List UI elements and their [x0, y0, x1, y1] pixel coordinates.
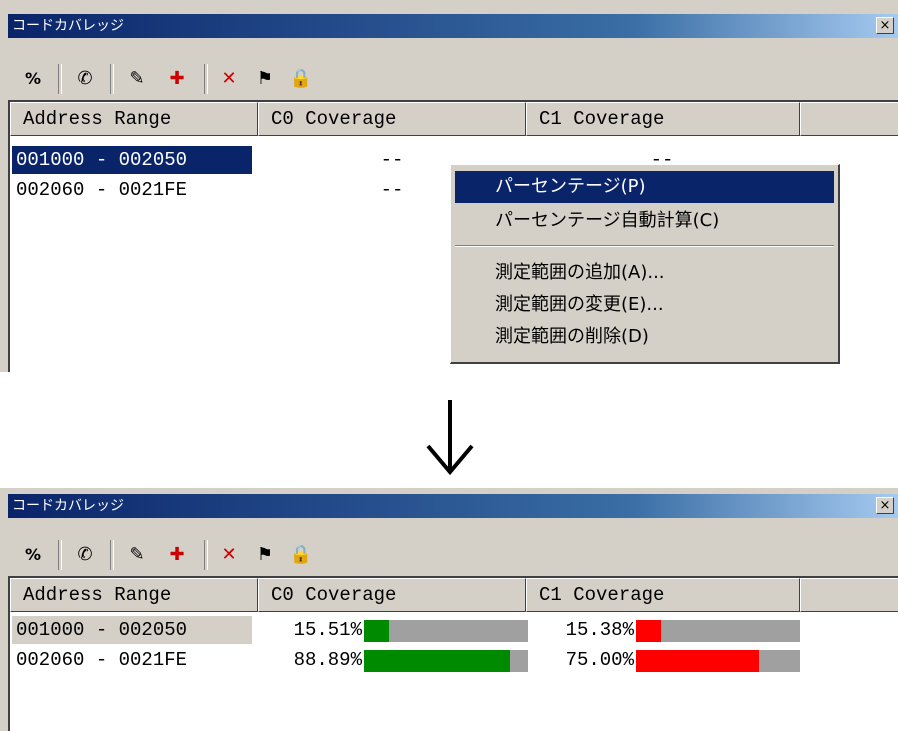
add-range-icon[interactable]: ✚ — [158, 64, 196, 94]
title-bar: コードカバレッジ × — [8, 14, 898, 38]
context-menu: パーセンテージ(P) パーセンテージ自動計算(C) 測定範囲の追加(A)... … — [450, 164, 840, 364]
toolbar-separator — [204, 64, 208, 94]
c0-bar — [364, 620, 528, 642]
find-icon[interactable]: ⚑ — [248, 64, 282, 94]
coverage-window-before: コードカバレッジ × % ✆ ✎ ✚ ✕ ⚑ 🔒 Address Range C… — [0, 0, 898, 372]
header-c1-coverage[interactable]: C1 Coverage — [526, 578, 800, 612]
toolbar-separator — [110, 64, 114, 94]
toolbar-separator — [110, 540, 114, 570]
header-c0-coverage[interactable]: C0 Coverage — [258, 102, 526, 136]
edit-range-icon[interactable]: ✎ — [118, 540, 156, 570]
menu-separator — [455, 245, 834, 247]
c1-bar-fill — [636, 650, 759, 672]
toolbar-separator — [58, 64, 62, 94]
c0-percent: 15.51% — [293, 619, 362, 641]
close-button[interactable]: × — [876, 17, 894, 34]
toolbar: % ✆ ✎ ✚ ✕ ⚑ 🔒 — [8, 534, 898, 576]
table-row[interactable]: 002060 - 0021FE 88.89% 75.00% — [10, 646, 890, 674]
menu-item-delete-range[interactable]: 測定範囲の削除(D) — [455, 321, 834, 353]
edit-range-icon[interactable]: ✎ — [118, 64, 156, 94]
c1-bar-fill — [636, 620, 662, 642]
menu-item-percentage[interactable]: パーセンテージ(P) — [455, 171, 834, 203]
percentage-button[interactable]: % — [16, 64, 50, 94]
menu-item-auto-percentage[interactable]: パーセンテージ自動計算(C) — [455, 205, 834, 237]
find-icon[interactable]: ⚑ — [248, 540, 282, 570]
address-cell[interactable]: 001000 - 002050 — [12, 616, 252, 644]
toolbar-separator — [58, 540, 62, 570]
menu-item-add-range[interactable]: 測定範囲の追加(A)... — [455, 257, 834, 289]
c0-percent: 88.89% — [293, 649, 362, 671]
down-arrow-icon — [426, 400, 474, 476]
header-empty — [800, 102, 898, 136]
window-title: コードカバレッジ — [12, 498, 124, 514]
c0-bar-fill — [364, 650, 510, 672]
percentage-button[interactable]: % — [16, 540, 50, 570]
c0-bar-fill — [364, 620, 390, 642]
address-cell[interactable]: 002060 - 0021FE — [12, 176, 252, 204]
coverage-window-after: コードカバレッジ × % ✆ ✎ ✚ ✕ ⚑ 🔒 Address Range C… — [0, 488, 898, 731]
c1-bar — [636, 620, 800, 642]
delete-range-icon[interactable]: ✕ — [212, 64, 246, 94]
c0-cell: -- — [380, 149, 404, 171]
header-c0-coverage[interactable]: C0 Coverage — [258, 578, 526, 612]
toolbar-separator — [204, 540, 208, 570]
close-button[interactable]: × — [876, 497, 894, 514]
c0-bar — [364, 650, 528, 672]
table-row[interactable]: 001000 - 002050 15.51% 15.38% — [10, 616, 890, 644]
add-range-icon[interactable]: ✚ — [158, 540, 196, 570]
coverage-icon[interactable]: ✆ — [66, 540, 104, 570]
c1-bar — [636, 650, 800, 672]
title-bar: コードカバレッジ × — [8, 494, 898, 518]
coverage-list[interactable]: Address Range C0 Coverage C1 Coverage 00… — [8, 576, 898, 731]
c1-percent: 75.00% — [565, 649, 634, 671]
toolbar: % ✆ ✎ ✚ ✕ ⚑ 🔒 — [8, 58, 898, 100]
header-c1-coverage[interactable]: C1 Coverage — [526, 102, 800, 136]
c0-cell: -- — [380, 179, 404, 201]
lock-icon[interactable]: 🔒 — [284, 540, 318, 570]
c1-percent: 15.38% — [565, 619, 634, 641]
menu-item-change-range[interactable]: 測定範囲の変更(E)... — [455, 289, 834, 321]
header-address-range[interactable]: Address Range — [10, 102, 258, 136]
address-cell[interactable]: 001000 - 002050 — [11, 145, 253, 175]
lock-icon[interactable]: 🔒 — [284, 64, 318, 94]
coverage-icon[interactable]: ✆ — [66, 64, 104, 94]
header-empty — [800, 578, 898, 612]
header-address-range[interactable]: Address Range — [10, 578, 258, 612]
address-cell[interactable]: 002060 - 0021FE — [12, 646, 252, 674]
delete-range-icon[interactable]: ✕ — [212, 540, 246, 570]
window-title: コードカバレッジ — [12, 18, 124, 34]
